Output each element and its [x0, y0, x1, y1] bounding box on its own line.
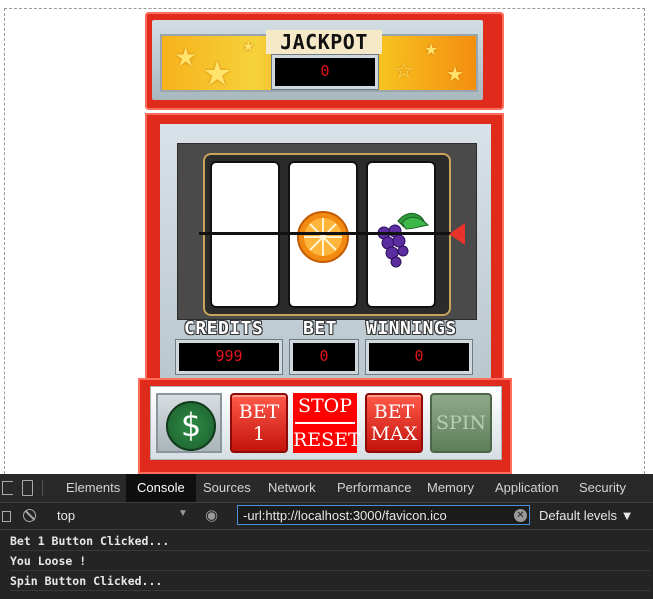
winnings-label: WINNINGS — [366, 318, 457, 339]
tab-elements[interactable]: Elements — [66, 474, 120, 502]
bet-max-button[interactable]: BET MAX — [365, 393, 423, 453]
star-icon: ★ — [202, 55, 233, 92]
cashout-button[interactable]: $ — [156, 393, 222, 453]
payline — [199, 232, 451, 235]
bet-1-label-line2: 1 — [252, 423, 266, 445]
dollar-coin-icon: $ — [166, 401, 216, 451]
toolbar-divider — [42, 480, 43, 496]
spin-button[interactable]: SPIN — [430, 393, 492, 453]
chevron-down-icon[interactable]: ▼ — [178, 508, 188, 519]
tab-network[interactable]: Network — [268, 474, 316, 502]
console-filter-input[interactable]: -url:http://localhost:3000/favicon.ico ✕ — [237, 505, 530, 525]
device-toolbar-icon[interactable] — [22, 480, 33, 496]
game-viewport: ★ ★ ★ ☆ ★ ★ JACKPOT 0 CREDITS BET WINNIN… — [0, 0, 653, 474]
star-icon: ★ — [174, 42, 198, 72]
jackpot-display: 0 — [271, 54, 379, 90]
credits-label: CREDITS — [184, 318, 264, 339]
jackpot-title: JACKPOT — [266, 30, 382, 54]
sidebar-toggle-icon[interactable] — [2, 511, 11, 522]
inspect-element-icon[interactable] — [2, 481, 13, 495]
eye-icon[interactable]: ◉ — [205, 506, 218, 524]
console-output: Bet 1 Button Clicked... You Loose ! Spin… — [0, 530, 653, 599]
bet-max-label-line2: MAX — [370, 423, 418, 445]
bet-label: BET — [303, 318, 338, 339]
console-message: Spin Button Clicked... — [10, 572, 650, 591]
tab-performance[interactable]: Performance — [337, 474, 411, 502]
reset-label: RESET — [293, 428, 361, 451]
slot-machine: ★ ★ ★ ☆ ★ ★ JACKPOT 0 CREDITS BET WINNIN… — [138, 10, 512, 474]
tab-memory[interactable]: Memory — [427, 474, 474, 502]
tab-console[interactable]: Console — [126, 474, 196, 502]
clear-console-icon[interactable] — [23, 509, 36, 522]
stop-reset-divider — [295, 421, 355, 424]
clear-filter-icon[interactable]: ✕ — [514, 509, 527, 522]
bet-1-button[interactable]: BET 1 — [230, 393, 288, 453]
star-icon: ★ — [446, 64, 464, 86]
star-icon: ☆ — [394, 58, 414, 83]
log-levels-dropdown[interactable]: Default levels ▼ — [539, 508, 634, 523]
context-selector[interactable]: top — [57, 508, 75, 523]
bet-display: 0 — [289, 339, 359, 375]
devtools-tab-bar: Elements Console Sources Network Perform… — [0, 474, 653, 503]
console-toolbar: top ▼ ◉ -url:http://localhost:3000/favic… — [0, 503, 653, 530]
payline-arrow-icon — [449, 223, 465, 245]
devtools-panel: Elements Console Sources Network Perform… — [0, 474, 653, 599]
stop-reset-button[interactable]: STOP RESET — [293, 393, 361, 453]
tab-application[interactable]: Application — [495, 474, 559, 502]
winnings-display: 0 — [365, 339, 473, 375]
tab-security[interactable]: Security — [579, 474, 626, 502]
stop-label: STOP — [297, 395, 353, 418]
star-icon: ★ — [242, 38, 255, 54]
bet-max-label-line1: BET — [373, 401, 415, 423]
console-message: You Loose ! — [10, 552, 650, 571]
tab-sources[interactable]: Sources — [203, 474, 251, 502]
star-icon: ★ — [424, 42, 439, 59]
console-message: Bet 1 Button Clicked... — [10, 532, 650, 551]
filter-value: -url:http://localhost:3000/favicon.ico — [243, 508, 447, 523]
credits-display: 999 — [175, 339, 283, 375]
bet-1-label-line1: BET — [238, 401, 280, 423]
